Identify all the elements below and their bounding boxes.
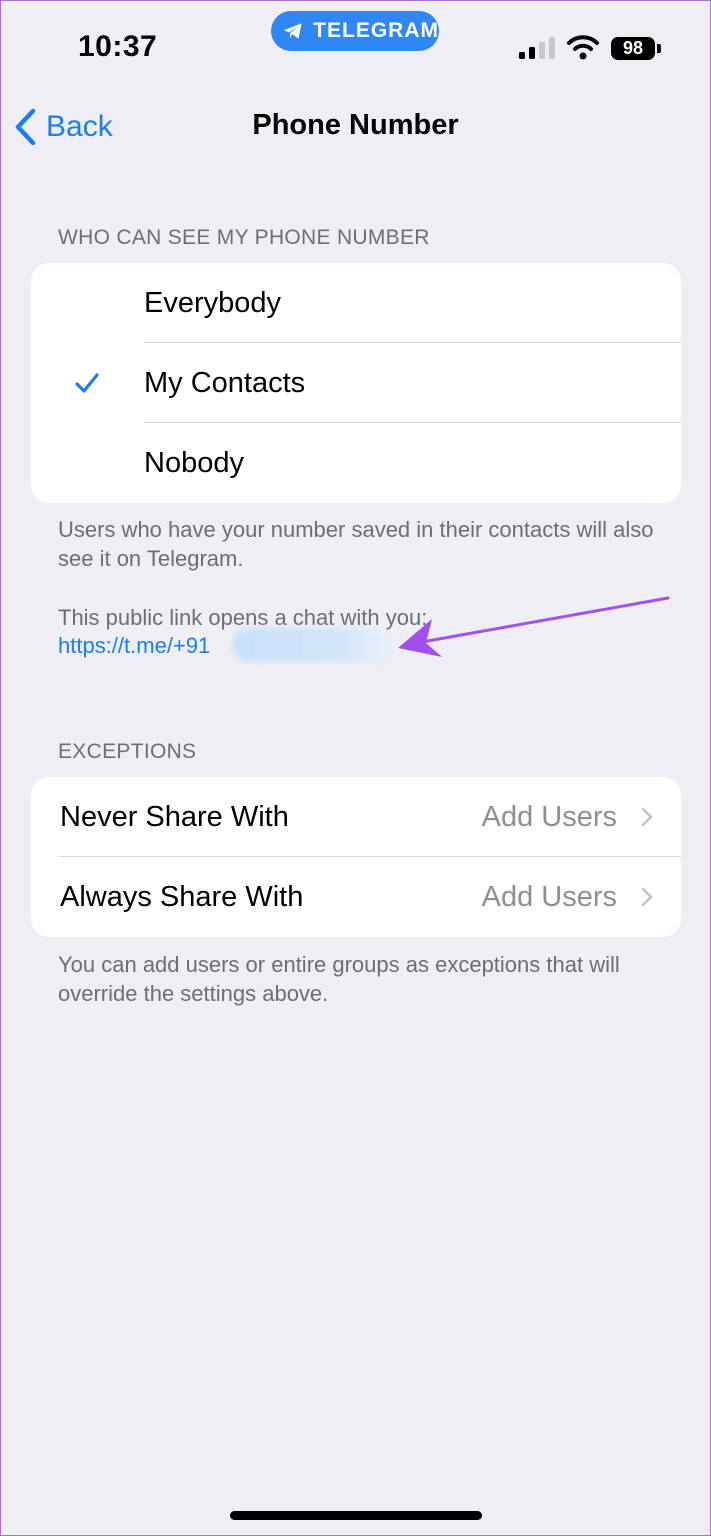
chevron-right-icon	[641, 887, 653, 907]
option-nobody[interactable]: Nobody	[31, 423, 681, 503]
row-label: Always Share With	[60, 880, 304, 913]
home-indicator[interactable]	[230, 1511, 482, 1520]
redacted-number-blur	[232, 628, 392, 662]
never-share-with-row[interactable]: Never Share With Add Users	[31, 777, 681, 857]
annotation-arrow-icon	[398, 596, 670, 657]
visibility-options-card: Everybody My Contacts Nobody	[31, 263, 681, 503]
visibility-section-header: WHO CAN SEE MY PHONE NUMBER	[58, 226, 430, 249]
battery-icon: 98	[611, 37, 655, 60]
row-value: Add Users	[481, 880, 617, 913]
page-title: Phone Number	[252, 109, 459, 141]
status-time: 10:37	[78, 30, 158, 63]
telegram-pill-label: TELEGRAM	[313, 19, 439, 42]
row-value: Add Users	[481, 800, 617, 833]
chevron-right-icon	[641, 807, 653, 827]
telegram-icon	[283, 23, 302, 39]
battery-tip	[657, 44, 661, 53]
checkmark-icon	[75, 373, 99, 393]
option-label: Nobody	[144, 446, 244, 479]
cellular-signal-icon	[519, 37, 555, 59]
visibility-footer-text: Users who have your number saved in thei…	[58, 517, 654, 571]
option-label: My Contacts	[144, 366, 306, 399]
option-my-contacts[interactable]: My Contacts	[31, 343, 681, 423]
wifi-icon	[567, 35, 599, 60]
option-everybody[interactable]: Everybody	[31, 263, 681, 343]
row-label: Never Share With	[60, 800, 289, 833]
option-label: Everybody	[144, 286, 282, 319]
exceptions-section-header: EXCEPTIONS	[58, 740, 197, 763]
always-share-with-row[interactable]: Always Share With Add Users	[31, 857, 681, 937]
exceptions-card: Never Share With Add Users Always Share …	[31, 777, 681, 937]
telegram-app-pill[interactable]: TELEGRAM	[271, 11, 439, 51]
exceptions-footer-text: You can add users or entire groups as ex…	[58, 952, 620, 1006]
public-link[interactable]: https://t.me/+91	[58, 633, 210, 659]
